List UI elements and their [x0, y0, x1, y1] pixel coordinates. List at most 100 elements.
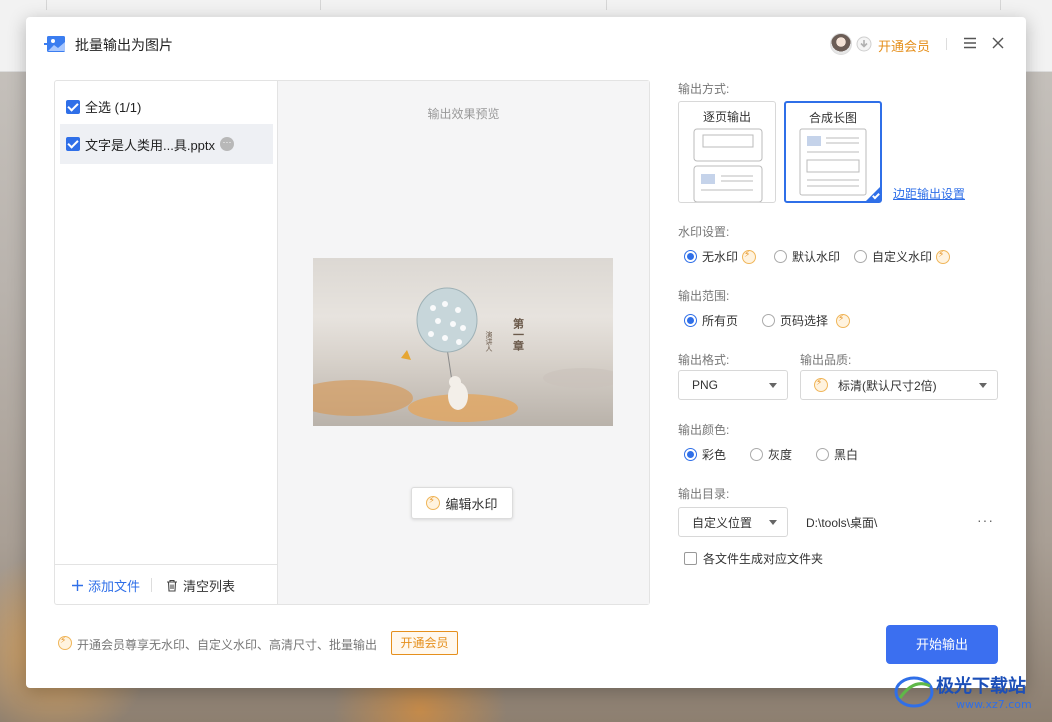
mode-long-image-label: 合成长图 — [808, 111, 857, 125]
chevron-down-icon — [769, 383, 777, 388]
select-all-checkbox[interactable]: 全选 (1/1) — [66, 97, 141, 116]
chevron-down-icon — [769, 520, 777, 525]
color-full-radio[interactable]: 彩色 — [684, 446, 726, 463]
site-watermark-name: 极光下载站 — [936, 676, 1026, 697]
quality-select[interactable]: 标清(默认尺寸2倍) — [800, 370, 998, 400]
directory-path[interactable]: D:\tools\桌面\ — [806, 514, 877, 531]
list-item[interactable]: 文字是人类用...具.pptx ··· — [60, 124, 273, 164]
format-value: PNG — [692, 378, 719, 392]
checkbox-unchecked-icon — [684, 552, 697, 565]
vip-button[interactable]: 开通会员 — [391, 631, 458, 655]
vip-link[interactable]: 开通会员 — [878, 36, 930, 55]
range-label: 输出范围: — [678, 289, 730, 303]
vip-bolt-icon — [836, 313, 851, 328]
vip-promo-text: 开通会员尊享无水印、自定义水印、高清尺寸、批量输出 — [77, 638, 378, 652]
vip-bolt-icon — [742, 249, 757, 264]
mode-per-page-label: 逐页输出 — [702, 110, 751, 124]
color-gray-label: 灰度 — [768, 448, 793, 462]
color-gray-radio[interactable]: 灰度 — [750, 446, 792, 463]
vip-download-icon — [856, 36, 872, 52]
watermark-none-radio[interactable]: 无水印 — [684, 248, 757, 265]
checkbox-checked-icon — [66, 99, 80, 114]
slide-artwork: 演讲人 第一章 — [313, 287, 613, 422]
watermark-options: 无水印 默认水印 自定义水印 — [684, 248, 951, 265]
add-file-label: 添加文件 — [88, 579, 141, 594]
range-options: 所有页 页码选择 — [684, 312, 851, 329]
per-page-layout-icon — [693, 128, 763, 202]
radio-on-icon — [684, 314, 697, 327]
quality-label: 输出品质: — [800, 353, 852, 367]
directory-mode-value: 自定义位置 — [692, 515, 753, 530]
color-full-label: 彩色 — [702, 448, 727, 462]
mode-long-image-card[interactable]: 合成长图 — [784, 101, 882, 203]
slide-subtitle: 演讲人 — [485, 330, 493, 352]
mode-per-page-card[interactable]: 逐页输出 — [678, 101, 776, 203]
per-file-folder-label: 各文件生成对应文件夹 — [703, 552, 824, 566]
range-pages-label: 页码选择 — [780, 314, 829, 328]
file-list-footer: 添加文件 清空列表 — [55, 564, 277, 604]
site-watermark-url: www.xz7.com — [956, 698, 1032, 711]
slide-thumbnail: 演讲人 第一章 — [313, 258, 613, 426]
watermark-custom-label: 自定义水印 — [872, 250, 933, 264]
file-list: 全选 (1/1) 文字是人类用...具.pptx ··· 添加文件 清空列表 — [55, 81, 278, 604]
radio-off-icon — [816, 448, 830, 461]
radio-off-icon — [774, 250, 788, 263]
start-export-button[interactable]: 开始输出 — [886, 625, 998, 664]
color-bw-label: 黑白 — [834, 448, 859, 462]
vip-bolt-icon — [936, 249, 951, 264]
dialog-title: 批量输出为图片 — [75, 37, 173, 53]
file-preview-panel: 全选 (1/1) 文字是人类用...具.pptx ··· 添加文件 清空列表 输… — [54, 80, 650, 605]
browse-more-button[interactable]: ··· — [977, 512, 994, 528]
quality-value: 标清(默认尺寸2倍) — [838, 378, 937, 393]
close-icon[interactable] — [991, 36, 1005, 50]
edit-watermark-button[interactable]: 编辑水印 — [411, 487, 513, 519]
edit-watermark-label: 编辑水印 — [445, 496, 498, 512]
slide-title: 第一章 — [512, 317, 525, 352]
clear-list-button[interactable]: 清空列表 — [166, 576, 235, 595]
radio-off-icon — [762, 314, 776, 327]
vip-bolt-icon — [814, 378, 828, 392]
toolbar-divider — [320, 0, 321, 10]
range-all-radio[interactable]: 所有页 — [684, 312, 738, 329]
select-all-label: 全选 (1/1) — [85, 100, 142, 115]
range-all-label: 所有页 — [702, 314, 739, 328]
more-options-icon[interactable]: ··· — [220, 137, 234, 151]
color-options: 彩色 灰度 黑白 — [684, 446, 858, 463]
file-name: 文字是人类用...具.pptx — [85, 137, 216, 153]
checkbox-checked-icon[interactable] — [66, 137, 80, 151]
export-images-dialog: 批量输出为图片 开通会员 全选 (1/1) 文字是人类用...具.pptx ··… — [26, 17, 1026, 688]
radio-off-icon — [750, 448, 764, 461]
watermark-default-radio[interactable]: 默认水印 — [774, 248, 840, 265]
vip-bolt-icon — [58, 636, 72, 650]
vip-bolt-icon — [426, 496, 441, 510]
header-divider — [946, 38, 947, 50]
output-preview: 输出效果预览 演讲人 第一章 ⚡ 编辑水印 — [278, 81, 649, 604]
image-export-icon — [44, 36, 65, 52]
margin-settings-link[interactable]: 边距输出设置 — [893, 185, 965, 202]
footer-divider — [151, 578, 152, 592]
plus-icon — [72, 580, 83, 591]
per-file-folder-checkbox[interactable]: 各文件生成对应文件夹 — [684, 550, 823, 567]
directory-mode-select[interactable]: 自定义位置 — [678, 507, 788, 537]
long-image-layout-icon — [799, 128, 867, 196]
menu-icon[interactable] — [963, 36, 977, 50]
format-select[interactable]: PNG — [678, 370, 788, 400]
color-bw-radio[interactable]: 黑白 — [816, 446, 858, 463]
preview-label: 输出效果预览 — [427, 107, 500, 121]
toolbar-divider — [606, 0, 607, 10]
directory-label: 输出目录: — [678, 487, 730, 501]
range-pages-radio[interactable]: 页码选择 — [762, 312, 851, 329]
watermark-custom-radio[interactable]: 自定义水印 — [854, 248, 951, 265]
watermark-default-label: 默认水印 — [792, 250, 841, 264]
user-avatar[interactable] — [830, 33, 852, 55]
add-file-button[interactable]: 添加文件 — [71, 576, 140, 595]
format-label: 输出格式: — [678, 353, 730, 367]
chevron-down-icon — [979, 383, 987, 388]
watermark-label: 水印设置: — [678, 225, 730, 239]
output-mode-label: 输出方式: — [678, 82, 730, 96]
toolbar-divider — [1000, 0, 1001, 10]
clear-list-label: 清空列表 — [183, 579, 236, 594]
radio-on-icon — [684, 250, 697, 263]
toolbar-divider — [46, 0, 47, 10]
radio-on-icon — [684, 448, 697, 461]
